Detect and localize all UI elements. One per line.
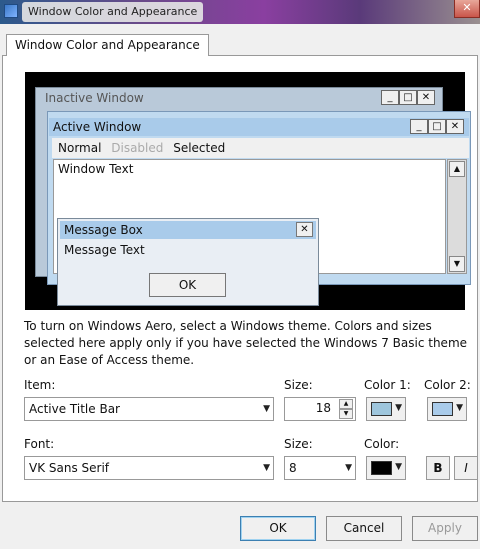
preview-scrollbar[interactable]: ▲ ▼ [447,159,467,274]
item-size-label: Size: [284,378,313,392]
minimize-icon: _ [381,90,399,105]
apply-button[interactable]: Apply [412,516,478,541]
chevron-down-icon: ▼ [263,463,270,473]
message-box-title[interactable]: Message Box [60,221,316,239]
font-label: Font: [24,437,55,451]
color2-swatch [432,402,453,416]
message-box-ok-button[interactable]: OK [149,273,226,297]
window-title: Window Color and Appearance [22,2,204,22]
chevron-down-icon: ▼ [263,404,270,414]
item-size-value: 18 [315,401,331,415]
color2-label: Color 2: [424,378,471,392]
font-dropdown-value: VK Sans Serif [29,461,110,475]
chevron-down-icon: ▼ [395,462,402,472]
menu-item-selected[interactable]: Selected [173,141,225,155]
close-icon: ✕ [296,222,313,237]
close-icon: ✕ [446,119,464,134]
color1-button[interactable]: ▼ [366,397,406,421]
maximize-icon: □ [399,90,417,105]
font-dropdown[interactable]: VK Sans Serif ▼ [24,456,274,480]
font-color-label: Color: [364,437,400,451]
bold-button[interactable]: B [426,456,450,480]
app-icon [4,4,18,18]
message-box-text[interactable]: Message Text [64,243,145,257]
item-dropdown[interactable]: Active Title Bar ▼ [24,397,274,421]
preview-menu-bar[interactable]: Normal Disabled Selected [52,138,469,158]
active-window-controls: _ □ ✕ [410,119,464,134]
spin-down-icon[interactable]: ▼ [339,409,353,419]
menu-item-disabled[interactable]: Disabled [111,141,163,155]
maximize-icon: □ [428,119,446,134]
color1-label: Color 1: [364,378,411,392]
menu-item-normal[interactable]: Normal [58,141,101,155]
font-size-value: 8 [289,461,297,475]
window-close-button[interactable]: ✕ [454,0,480,18]
tab-window-color-appearance[interactable]: Window Color and Appearance [6,34,209,56]
close-icon: ✕ [417,90,435,105]
chevron-down-icon: ▼ [345,463,352,473]
color2-button[interactable]: ▼ [427,397,467,421]
minimize-icon: _ [410,119,428,134]
font-size-dropdown[interactable]: 8 ▼ [284,456,356,480]
aero-description: To turn on Windows Aero, select a Window… [24,319,468,367]
ok-button[interactable]: OK [240,516,316,541]
font-size-label: Size: [284,437,313,451]
font-color-swatch [371,461,392,475]
chevron-down-icon: ▼ [456,403,463,413]
color1-swatch [371,402,392,416]
item-size-stepper[interactable]: 18 ▲ ▼ [284,397,356,421]
chevron-down-icon: ▼ [395,403,402,413]
cancel-button[interactable]: Cancel [326,516,402,541]
spin-up-icon[interactable]: ▲ [339,399,353,409]
scroll-up-icon[interactable]: ▲ [449,161,465,177]
font-color-button[interactable]: ▼ [366,456,406,480]
active-window-title[interactable]: Active Window [49,118,469,136]
item-label: Item: [24,378,56,392]
inactive-window-controls: _ □ ✕ [381,90,435,105]
item-dropdown-value: Active Title Bar [29,402,120,416]
scroll-down-icon[interactable]: ▼ [449,256,465,272]
inactive-window-title[interactable]: Inactive Window [45,89,435,107]
window-text[interactable]: Window Text [58,162,133,176]
italic-button[interactable]: I [454,456,478,480]
